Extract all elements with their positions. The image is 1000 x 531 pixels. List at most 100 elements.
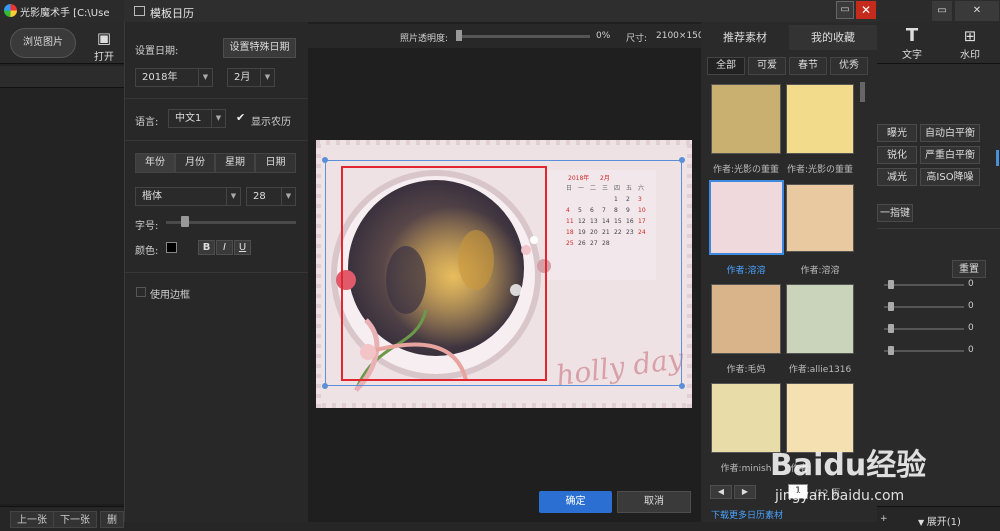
resize-handle[interactable]	[322, 157, 328, 163]
baidu-watermark-url: jingyan.baidu.com	[775, 488, 905, 504]
calendar-canvas[interactable]: 2018年 2月 日一二三四五六 1 2 3 4 5 6 7 8 9 10 11 12 13 14 15 16 1…	[311, 135, 697, 413]
cancel-button[interactable]: 取消	[617, 491, 691, 513]
one-key-button[interactable]: 一指键	[877, 204, 913, 222]
prev-image-button[interactable]: 上一张	[10, 511, 54, 528]
filter-cute[interactable]: 可爱	[748, 57, 786, 75]
tab-favorites[interactable]: 我的收藏	[789, 25, 877, 50]
lunar-checkbox[interactable]: ✔	[236, 112, 248, 124]
open-label: 打开	[94, 52, 114, 63]
color-swatch[interactable]	[166, 242, 177, 253]
filter-all[interactable]: 全部	[707, 57, 745, 75]
template-thumb-1[interactable]	[711, 84, 781, 154]
divider	[125, 98, 308, 99]
language-label: 语言:	[135, 117, 159, 128]
template-thumb-2[interactable]	[786, 84, 854, 154]
border-checkbox[interactable]	[136, 287, 146, 297]
divider	[125, 272, 308, 273]
resize-handle[interactable]	[679, 383, 685, 389]
chevron-down-icon: ▼	[260, 69, 274, 86]
expand-arrow-icon: ▼	[918, 518, 927, 527]
adjust-slider-3-knob[interactable]	[888, 324, 894, 333]
add-icon[interactable]: +	[880, 514, 888, 524]
expand-button[interactable]: ▼ 展开(1)	[918, 513, 961, 528]
template-thumb-6[interactable]	[786, 284, 854, 354]
template-caption-3: 作者:溶溶	[726, 266, 766, 276]
month-select-value: 2月	[234, 72, 251, 83]
calendar-icon	[134, 6, 145, 16]
dialog-close-icon[interactable]: ✕	[856, 1, 876, 19]
next-image-button[interactable]: 下一张	[53, 511, 97, 528]
tab-year[interactable]: 年份	[135, 153, 175, 173]
app-restore-icon[interactable]: ▭	[932, 1, 952, 21]
tab-day[interactable]: 日期	[255, 153, 296, 173]
template-thumb-3-selected[interactable]	[709, 180, 784, 255]
special-date-button[interactable]: 设置特殊日期	[223, 38, 296, 58]
filter-spring-festival[interactable]: 春节	[789, 57, 827, 75]
language-select[interactable]: 中文1 ▼	[168, 109, 226, 128]
baidu-watermark: Baidu经验	[770, 448, 927, 483]
exposure-button[interactable]: 曝光	[877, 124, 917, 142]
library-scrollbar-thumb[interactable]	[860, 82, 865, 102]
reset-button[interactable]: 重置	[952, 260, 986, 278]
adjust-slider-1-knob[interactable]	[888, 280, 894, 289]
right-divider	[877, 228, 1000, 229]
sharpen-button[interactable]: 锐化	[877, 146, 917, 164]
strong-wb-button[interactable]: 严重白平衡	[920, 146, 980, 164]
adjust-slider-4[interactable]	[884, 350, 964, 352]
tab-weekday[interactable]: 星期	[215, 153, 255, 173]
auto-wb-button[interactable]: 自动白平衡	[920, 124, 980, 142]
adjust-slider-3[interactable]	[884, 328, 964, 330]
template-caption-5: 作者:毛妈	[726, 365, 766, 375]
adjust-slider-1[interactable]	[884, 284, 964, 286]
font-select[interactable]: 楷体 ▼	[135, 187, 241, 206]
resize-handle[interactable]	[679, 157, 685, 163]
download-more-link[interactable]: 下载更多日历素材	[711, 508, 783, 521]
font-size-select[interactable]: 28 ▼	[246, 187, 296, 206]
template-thumb-4[interactable]	[786, 184, 854, 252]
month-select[interactable]: 2月 ▼	[227, 68, 275, 87]
color-label: 颜色:	[135, 246, 159, 257]
open-button[interactable]: ▣ 打开	[84, 28, 124, 63]
lunar-label: 显示农历	[251, 117, 291, 128]
template-caption-4: 作者:溶溶	[800, 266, 840, 276]
ok-button[interactable]: 确定	[539, 491, 612, 513]
resize-handle[interactable]	[322, 383, 328, 389]
page-next-icon[interactable]: ▶	[734, 485, 756, 499]
template-thumb-5[interactable]	[711, 284, 781, 354]
divider	[125, 140, 308, 141]
dialog-minimize-icon[interactable]: ▭	[836, 1, 854, 19]
adjust-slider-4-knob[interactable]	[888, 346, 894, 355]
app-logo-icon	[4, 4, 17, 17]
bold-button[interactable]: B	[198, 240, 215, 255]
dim-button[interactable]: 减光	[877, 168, 917, 186]
size-slider-knob[interactable]	[181, 216, 189, 227]
dialog-titlebar	[124, 0, 877, 22]
text-tool-button[interactable]: T 文字	[892, 26, 932, 62]
italic-button[interactable]: I	[216, 240, 233, 255]
delete-image-button[interactable]: 删除	[100, 511, 124, 528]
adjust-slider-2-value: 0	[968, 301, 974, 311]
tab-month[interactable]: 月份	[175, 153, 215, 173]
app-title: 光影魔术手 [C:\Use	[20, 8, 110, 19]
tab-recommended[interactable]: 推荐素材	[701, 25, 789, 50]
underline-button[interactable]: U	[234, 240, 251, 255]
page-prev-icon[interactable]: ◀	[710, 485, 732, 499]
year-select[interactable]: 2018年 ▼	[135, 68, 213, 87]
template-frame-box[interactable]	[325, 160, 682, 386]
browse-images-button[interactable]: 浏览图片	[10, 28, 76, 58]
font-select-value: 楷体	[142, 191, 162, 202]
template-caption-6: 作者:allie1316	[788, 365, 852, 375]
text-tool-label: 文字	[902, 50, 922, 61]
chevron-down-icon: ▼	[281, 188, 295, 205]
adjust-slider-2[interactable]	[884, 306, 964, 308]
size-info-label: 尺寸:	[626, 34, 648, 44]
filter-excellent[interactable]: 优秀	[830, 57, 868, 75]
opacity-slider-knob[interactable]	[456, 30, 462, 41]
watermark-tool-button[interactable]: ⊞ 水印	[950, 26, 990, 61]
high-iso-denoise-button[interactable]: 高ISO降噪	[920, 168, 980, 186]
opacity-slider[interactable]	[458, 35, 590, 38]
adjust-slider-2-knob[interactable]	[888, 302, 894, 311]
font-size-select-value: 28	[253, 191, 266, 202]
right-scroll-thumb[interactable]	[996, 150, 999, 166]
app-close-icon[interactable]: ✕	[955, 1, 999, 21]
